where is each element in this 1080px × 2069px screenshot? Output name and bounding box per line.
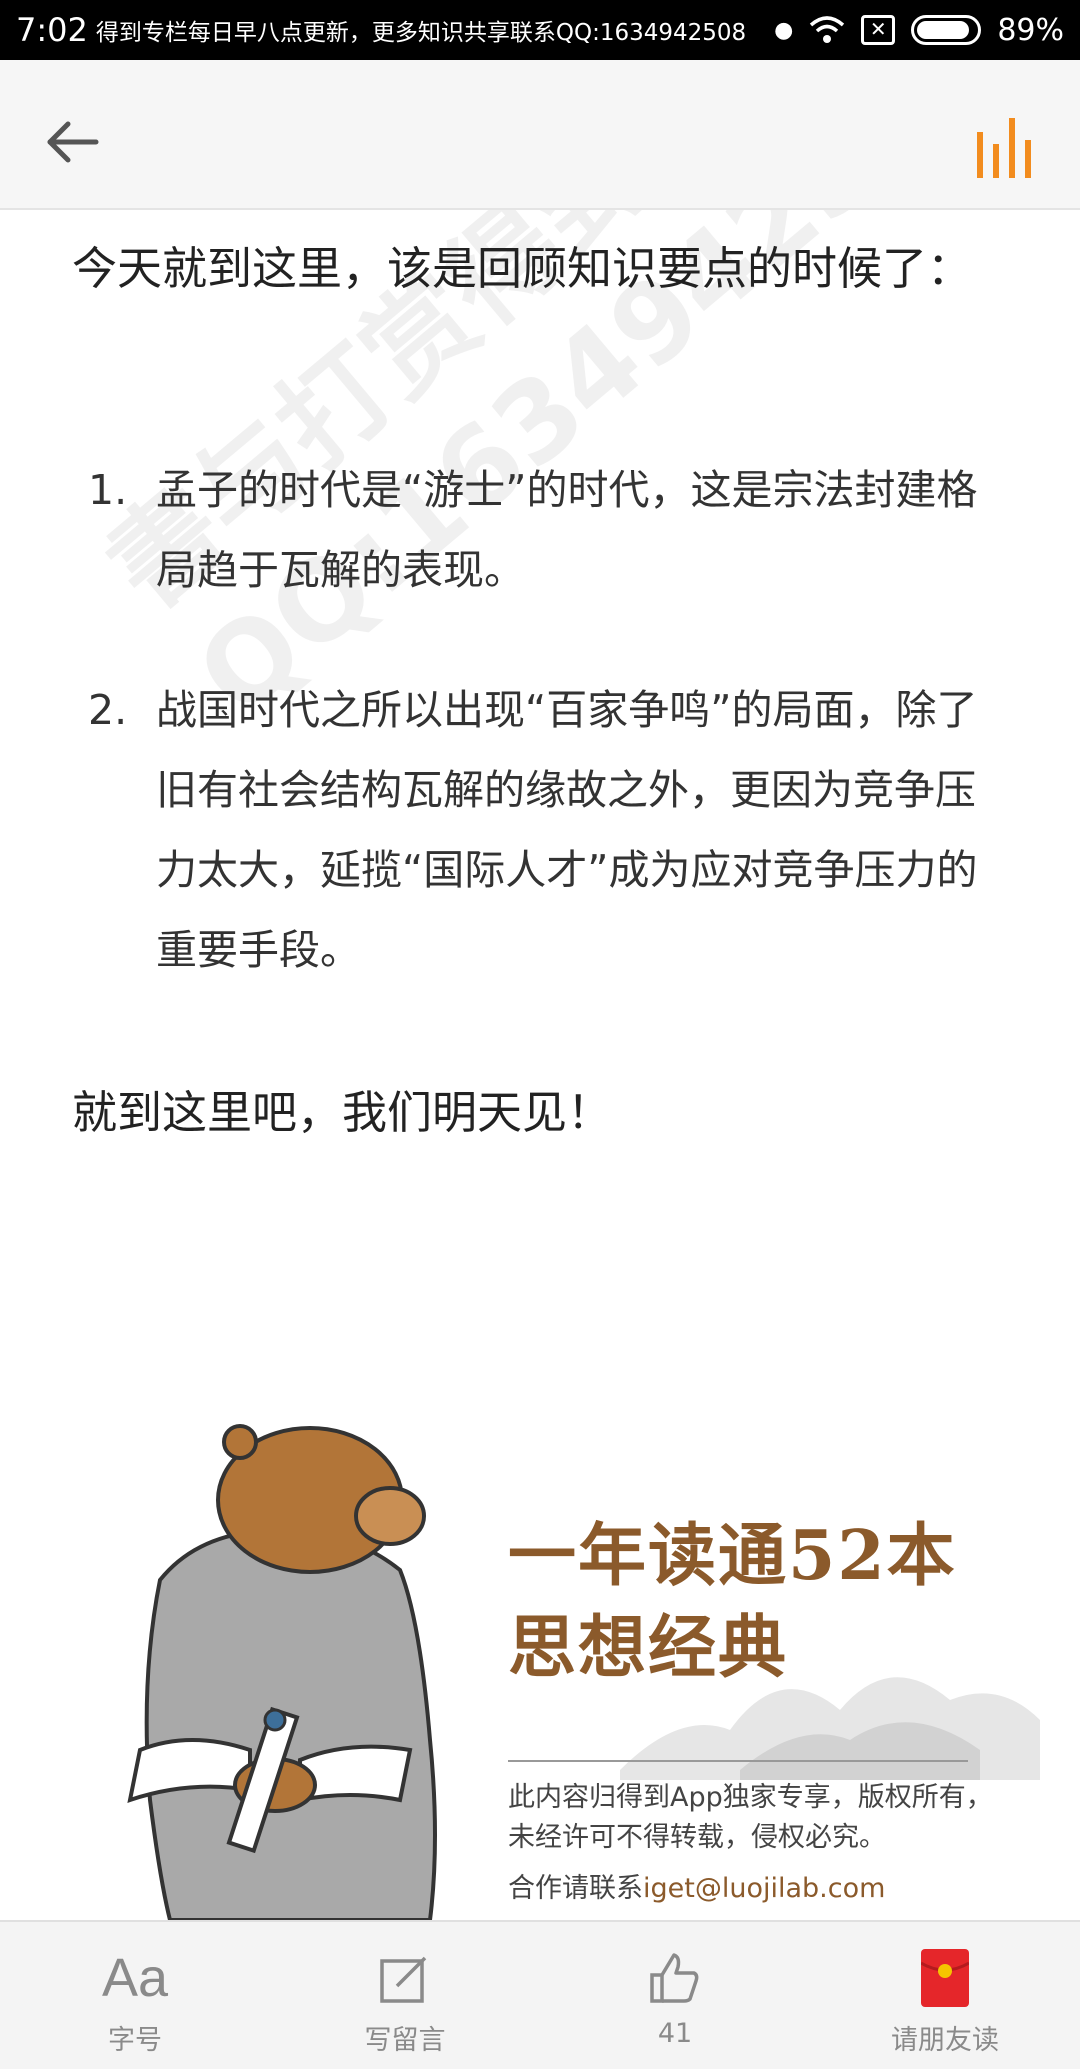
status-ticker: 得到专栏每日早八点更新，更多知识共享联系QQ:1634942508 — [95, 20, 747, 46]
thumbs-up-icon — [648, 1948, 702, 2008]
closing-text: 就到这里吧，我们明天见！ — [72, 1086, 613, 1139]
list-item: 1. 孟子的时代是“游士”的时代，这是宗法封建格局趋于瓦解的表现。 — [80, 450, 980, 610]
list-text: 战国时代之所以出现“百家争鸣”的局面，除了旧有社会结构瓦解的缘故之外，更因为竞争… — [156, 686, 978, 974]
key-points-list: 1. 孟子的时代是“游士”的时代，这是宗法封建格局趋于瓦解的表现。 2. 战国时… — [80, 450, 980, 1050]
font-size-label: 字号 — [108, 2025, 162, 2056]
bear-illustration — [127, 1424, 437, 1920]
battery-percent: 89% — [997, 12, 1064, 48]
red-packet-icon — [921, 1948, 969, 2008]
status-bar: 7:02 得到专栏每日早八点更新，更多知识共享联系QQ:1634942508 ●… — [0, 0, 1080, 60]
arrow-left-icon — [47, 121, 99, 163]
no-sim-icon: ✕ — [861, 15, 896, 45]
promo-title-line2: 思想经典 — [508, 1608, 789, 1688]
like-count: 41 — [657, 2018, 693, 2049]
font-size-icon: Aa — [101, 1948, 169, 2008]
share-label: 请朋友读 — [891, 2025, 999, 2056]
font-size-button[interactable]: Aa 字号 — [0, 1922, 270, 2069]
share-red-packet-button[interactable]: 请朋友读 — [810, 1922, 1080, 2069]
promo-divider — [508, 1760, 968, 1762]
write-comment-label: 写留言 — [364, 2025, 446, 2056]
bottom-toolbar: Aa 字号 写留言 41 请朋友读 — [0, 1920, 1080, 2069]
list-text: 孟子的时代是“游士”的时代，这是宗法封建格局趋于瓦解的表现。 — [156, 466, 978, 594]
contact-label: 合作请联系 — [508, 1873, 643, 1904]
audio-player-button[interactable] — [970, 102, 1040, 178]
list-number: 1. — [88, 466, 128, 514]
like-button[interactable]: 41 — [540, 1922, 810, 2069]
status-time: 7:02 — [16, 11, 88, 49]
promo-title: 一年读通52本 思想经典 — [508, 1510, 957, 1694]
write-comment-button[interactable]: 写留言 — [270, 1922, 540, 2069]
edit-icon — [379, 1948, 431, 2008]
promo-title-line1: 一年读通52本 — [508, 1516, 957, 1596]
contact-email[interactable]: iget@luojilab.com — [643, 1873, 885, 1904]
battery-icon — [911, 15, 982, 45]
notification-dot-icon: ● — [774, 17, 794, 43]
back-button[interactable] — [40, 110, 104, 174]
wifi-icon — [810, 16, 845, 43]
app-header — [0, 60, 1080, 210]
status-icons: ✕ 89% — [809, 13, 1064, 48]
contact-line: 合作请联系iget@luojilab.com — [508, 1866, 885, 1905]
summary-intro: 今天就到这里，该是回顾知识要点的时候了： — [72, 242, 973, 295]
list-item: 2. 战国时代之所以出现“百家争鸣”的局面，除了旧有社会结构瓦解的缘故之外，更因… — [80, 670, 980, 990]
copyright-notice: 此内容归得到App独家专享，版权所有，未经许可不得转载，侵权必究。 — [508, 1782, 993, 1853]
audio-bars-icon — [977, 118, 1031, 178]
list-number: 2. — [88, 686, 128, 734]
